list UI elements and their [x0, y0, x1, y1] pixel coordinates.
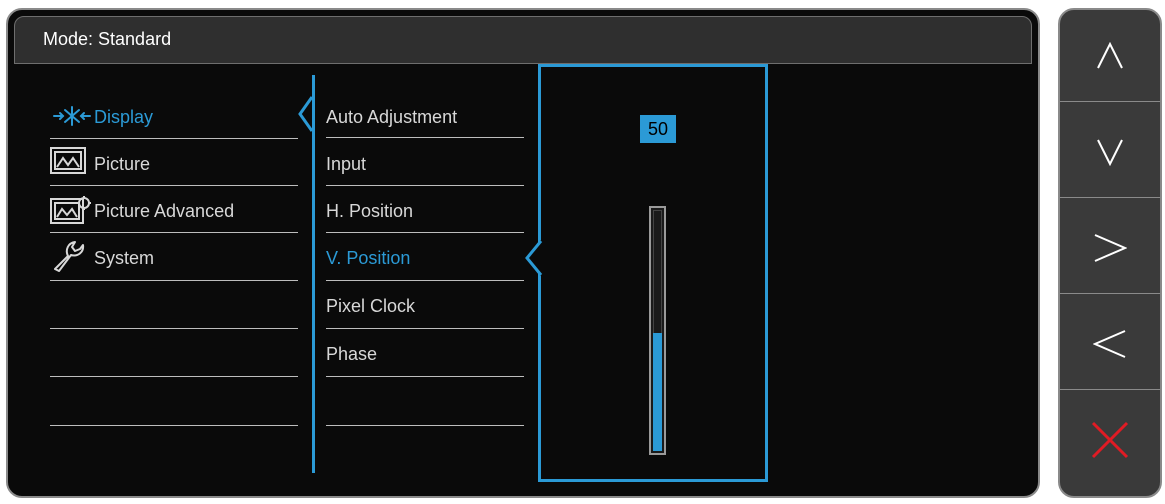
down-button[interactable] — [1060, 106, 1160, 198]
up-button[interactable] — [1060, 10, 1160, 102]
display-icon — [53, 106, 91, 126]
divider — [326, 328, 524, 329]
divider — [326, 232, 524, 233]
submenu-item-pixel-clock[interactable]: Pixel Clock — [326, 296, 415, 317]
picture-advanced-icon — [50, 196, 91, 224]
slider-value: 50 — [640, 115, 676, 143]
submenu-item-v-position[interactable]: V. Position — [326, 248, 410, 269]
divider — [326, 376, 524, 377]
selection-pointer-icon — [525, 240, 543, 276]
menu-item-system[interactable]: System — [94, 248, 154, 269]
menu-item-picture[interactable]: Picture — [94, 154, 150, 175]
divider — [326, 280, 524, 281]
divider — [326, 425, 524, 426]
control-button-bar — [1058, 8, 1162, 498]
osd-header: Mode: Standard — [14, 16, 1032, 64]
submenu-item-auto-adjustment[interactable]: Auto Adjustment — [326, 107, 457, 128]
submenu-item-h-position[interactable]: H. Position — [326, 201, 413, 222]
submenu-item-phase[interactable]: Phase — [326, 344, 377, 365]
submenu-item-input[interactable]: Input — [326, 154, 366, 175]
divider — [326, 185, 524, 186]
chevron-up-icon — [1097, 41, 1123, 68]
wrench-icon — [54, 241, 85, 272]
divider — [50, 376, 298, 377]
divider — [50, 280, 298, 281]
menu-column-divider — [312, 75, 315, 473]
chevron-down-icon — [1097, 139, 1123, 166]
selection-pointer-icon — [298, 96, 314, 132]
divider — [50, 185, 298, 186]
divider — [50, 328, 298, 329]
divider — [50, 138, 298, 139]
chevron-left-icon — [1093, 329, 1126, 358]
divider — [50, 425, 298, 426]
chevron-right-icon — [1094, 233, 1127, 262]
close-button[interactable] — [1060, 394, 1160, 486]
vertical-slider[interactable] — [649, 206, 666, 455]
right-button[interactable] — [1060, 202, 1160, 294]
divider — [326, 137, 524, 138]
menu-item-display[interactable]: Display — [94, 107, 153, 128]
left-button[interactable] — [1060, 298, 1160, 390]
divider — [50, 232, 298, 233]
menu-item-picture-advanced[interactable]: Picture Advanced — [94, 201, 234, 222]
mode-label: Mode: Standard — [43, 29, 172, 49]
picture-icon — [50, 147, 86, 174]
close-icon — [1091, 421, 1129, 459]
slider-fill — [653, 332, 662, 451]
